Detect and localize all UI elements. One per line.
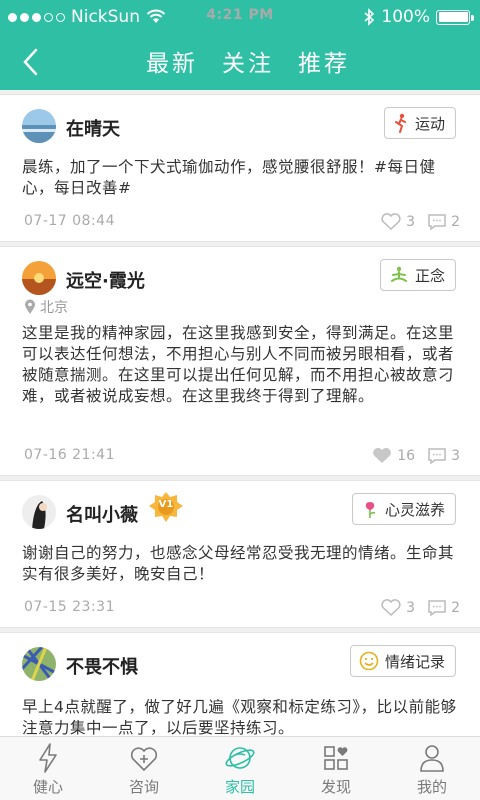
comment-count: 3 — [451, 447, 460, 464]
comment-button[interactable]: 3 — [427, 447, 460, 465]
comment-icon — [428, 213, 446, 230]
username[interactable]: 在晴天 — [66, 115, 120, 141]
post-time: 07-17 08:44 — [24, 213, 115, 229]
category-tag[interactable]: 心灵滋养 — [351, 493, 456, 525]
comment-icon — [428, 599, 446, 616]
meditation-icon — [390, 266, 407, 282]
tab-recommended[interactable]: 推荐 — [298, 44, 350, 78]
tag-label: 情绪记录 — [384, 652, 445, 671]
comment-count: 2 — [451, 599, 460, 616]
post-content: 晨练，加了一个下犬式瑜伽动作，感觉腰很舒服！#每日健心，每日改善# — [22, 158, 436, 197]
comment-button[interactable]: 2 — [427, 599, 460, 617]
tag-label: 心灵滋养 — [384, 500, 445, 519]
runner-icon — [394, 113, 406, 133]
username[interactable]: 名叫小薇 — [66, 501, 138, 527]
planet-icon — [225, 747, 255, 769]
like-button[interactable]: 16 — [371, 446, 415, 465]
post-card[interactable]: 名叫小薇 V1 心灵滋养 谢谢自己的努力，也感念父母经常忍受我无理的情绪。生命其… — [0, 480, 480, 628]
username[interactable]: 不畏不惧 — [66, 653, 138, 679]
tab-home[interactable]: 家园 — [192, 737, 288, 800]
bluetooth-icon — [364, 8, 375, 26]
nav-bar: 最新 关注 推荐 — [0, 34, 480, 90]
tab-discover[interactable]: 发现 — [288, 737, 384, 800]
username[interactable]: 远空·霞光 — [66, 267, 145, 293]
like-count: 3 — [406, 599, 416, 616]
status-bar: NickSun 4:21 PM 100% — [0, 0, 480, 34]
post-card[interactable]: 不畏不惧 情绪记录 早上4点就醒了，做了好几遍《观察和标定练习》，比以前能够注意… — [0, 632, 480, 736]
avatar[interactable] — [22, 495, 56, 529]
feed[interactable]: 在晴天 运动 晨练，加了一个下犬式瑜伽动作，感觉腰很舒服！#每日健心，每日改善#… — [0, 90, 480, 736]
tab-label: 家园 — [224, 778, 255, 796]
tab-consult[interactable]: 咨询 — [96, 737, 192, 800]
post-content: 谢谢自己的努力，也感念父母经常忍受我无理的情绪。生命其实有很多美好，晚安自己！ — [22, 544, 455, 583]
avatar[interactable] — [22, 647, 56, 681]
avatar[interactable] — [22, 109, 56, 143]
comment-count: 2 — [451, 213, 460, 230]
heart-icon — [381, 213, 401, 231]
post-time: 07-16 21:41 — [24, 447, 115, 463]
smile-icon — [359, 651, 379, 671]
category-tag[interactable]: 运动 — [383, 107, 456, 139]
avatar[interactable] — [22, 261, 56, 295]
lightning-icon — [39, 743, 57, 773]
tab-health[interactable]: 健心 — [0, 737, 96, 800]
post-content: 早上4点就醒了，做了好几遍《观察和标定练习》，比以前能够注意力集中一点了，以后要… — [22, 698, 457, 736]
tab-label: 发现 — [320, 778, 351, 796]
tab-label: 我的 — [416, 778, 447, 796]
location: 北京 — [24, 297, 68, 317]
post-card[interactable]: 在晴天 运动 晨练，加了一个下犬式瑜伽动作，感觉腰很舒服！#每日健心，每日改善#… — [0, 94, 480, 242]
heart-plus-icon — [130, 747, 158, 772]
battery-percent: 100% — [381, 7, 430, 27]
tag-label: 运动 — [414, 114, 445, 133]
post-card[interactable]: 远空·霞光 正念 北京 这里是我的精神家园，在这里我感到安全，得到满足。在这里可… — [0, 246, 480, 476]
location-label: 北京 — [40, 300, 68, 316]
tab-following[interactable]: 关注 — [222, 44, 274, 78]
heart-icon — [373, 447, 392, 463]
bottom-tab-bar: 健心 咨询 家园 发现 我的 — [0, 736, 480, 800]
category-tag[interactable]: 正念 — [379, 259, 456, 291]
like-button[interactable]: 3 — [380, 212, 415, 231]
battery-icon — [436, 9, 474, 25]
like-button[interactable]: 3 — [380, 598, 415, 617]
post-time: 07-15 23:31 — [24, 599, 115, 615]
tag-label: 正念 — [414, 266, 445, 285]
tab-label: 咨询 — [128, 778, 159, 796]
like-count: 3 — [406, 213, 416, 230]
comment-icon — [428, 447, 446, 464]
tab-profile[interactable]: 我的 — [384, 737, 480, 800]
location-pin-icon — [25, 299, 35, 314]
comment-button[interactable]: 2 — [427, 213, 460, 231]
category-tag[interactable]: 情绪记录 — [349, 645, 456, 677]
tab-label: 健心 — [32, 778, 63, 796]
post-content: 这里是我的精神家园，在这里我感到安全，得到满足。在这里可以表达任何想法，不用担心… — [22, 324, 455, 405]
grid-heart-icon — [324, 746, 348, 770]
like-count: 16 — [397, 447, 416, 464]
person-icon — [420, 745, 444, 772]
tab-latest[interactable]: 最新 — [146, 44, 198, 78]
level-badge-icon: V1 — [148, 491, 184, 523]
level-badge-text: V1 — [158, 499, 174, 510]
header: NickSun 4:21 PM 100% 最新 关注 推荐 — [0, 0, 480, 90]
flower-icon — [365, 502, 376, 518]
heart-icon — [381, 599, 401, 617]
